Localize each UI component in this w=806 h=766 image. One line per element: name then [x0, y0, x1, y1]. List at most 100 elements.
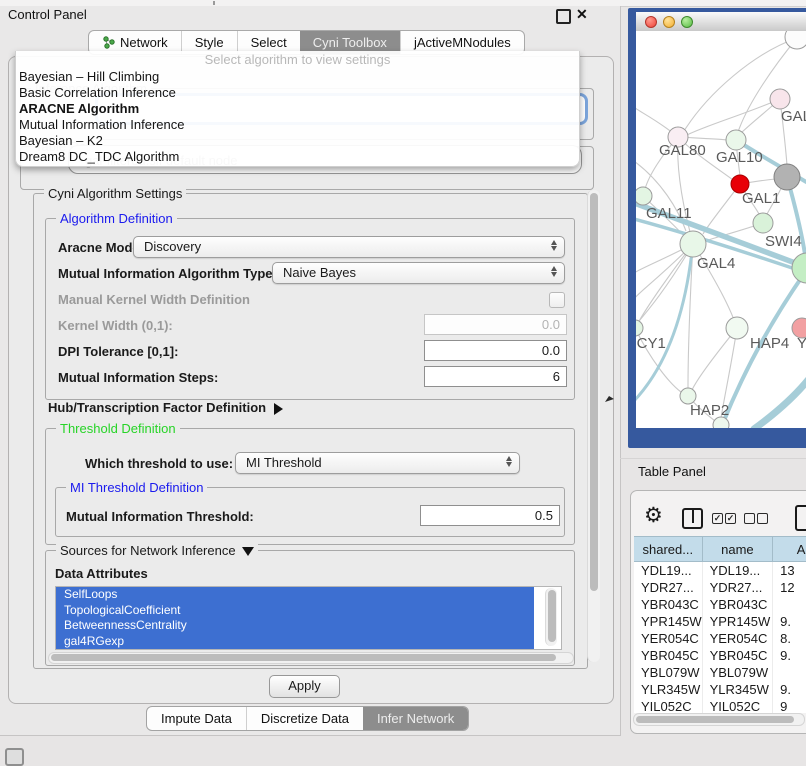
table-row[interactable]: YIL052CYIL052C9 — [634, 698, 806, 713]
algorithm-option[interactable]: ARACNE Algorithm — [16, 101, 579, 117]
kernel-width-label: Kernel Width (0,1): — [58, 318, 173, 333]
node-gal11[interactable] — [636, 187, 652, 205]
table-row[interactable]: YPR145WYPR145W9. — [634, 613, 806, 630]
show-columns-icon[interactable] — [682, 508, 703, 529]
dpi-tolerance-label: DPI Tolerance [0,1]: — [58, 344, 178, 359]
data-attributes-label: Data Attributes — [55, 566, 148, 581]
algorithm-option[interactable]: Basic Correlation Inference — [16, 85, 579, 101]
network-edge[interactable] — [687, 99, 780, 135]
combo-arrows-icon — [551, 266, 557, 277]
table-panel-title: Table Panel — [638, 464, 706, 479]
float-window-icon[interactable] — [556, 9, 571, 24]
algorithm-option[interactable]: Mutual Information Inference — [16, 117, 579, 133]
attributes-list-vscrollbar[interactable] — [545, 588, 557, 646]
minimized-panel-icon[interactable] — [5, 748, 24, 766]
node-swi4[interactable] — [792, 253, 806, 283]
manual-kernel-width-label: Manual Kernel Width Definition — [58, 292, 250, 307]
node-gal10[interactable] — [726, 130, 746, 150]
threshold-definition-label: Threshold Definition — [56, 421, 180, 436]
select-all-icon[interactable]: ✓ — [712, 513, 723, 524]
node-label: GAL80 — [659, 142, 706, 159]
node-gcy1[interactable] — [636, 320, 643, 336]
sources-group-label[interactable]: Sources for Network Inference — [56, 543, 258, 558]
node-top-partial[interactable] — [785, 31, 806, 49]
settings-gear-icon[interactable]: ⚙ — [644, 503, 663, 528]
table-row[interactable]: YER054CYER054C8. — [634, 630, 806, 647]
settings-scrollbar-thumb[interactable] — [590, 193, 598, 591]
hub-definition-toggle[interactable]: Hub/Transcription Factor Definition — [48, 400, 283, 415]
table-row[interactable]: YLR345WYLR345W9. — [634, 681, 806, 698]
table-column-header[interactable]: A — [773, 536, 806, 562]
data-attributes-list[interactable]: SelfLoopsTopologicalCoefficientBetweenne… — [55, 586, 562, 650]
attribute-list-item[interactable]: TopologicalCoefficient — [56, 603, 534, 619]
close-icon[interactable]: ✕ — [576, 6, 588, 23]
select-all-icon[interactable]: ✓ — [725, 513, 736, 524]
table-column-header[interactable]: shared... — [634, 536, 703, 562]
aracne-mode-combo[interactable]: Discovery — [133, 236, 565, 258]
table-hscrollbar-thumb[interactable] — [636, 716, 794, 723]
node-label: GCY1 — [636, 335, 666, 352]
tab-impute-data[interactable]: Impute Data — [147, 707, 246, 730]
deselect-all-icon[interactable] — [757, 513, 768, 524]
node-gal1[interactable] — [753, 213, 773, 233]
algorithm-option[interactable]: Dream8 DC_TDC Algorithm — [16, 149, 579, 165]
which-threshold-label: Which threshold to use: — [85, 456, 233, 471]
table-row[interactable]: YBR043CYBR043C — [634, 596, 806, 613]
network-window-titlebar[interactable] — [636, 12, 806, 32]
network-edge[interactable] — [636, 244, 693, 327]
minimize-traffic-light-icon[interactable] — [663, 16, 675, 28]
table-cell: YDR27... — [703, 579, 774, 596]
table-row[interactable]: YDL19...YDL19...13 — [634, 562, 806, 579]
tab-discretize-data[interactable]: Discretize Data — [246, 707, 363, 730]
network-canvas[interactable]: GALGAL80GAL10GAL1GAL11SWI4GAL4GCY1HAP4YH… — [636, 31, 806, 428]
tab-infer-network[interactable]: Infer Network — [363, 707, 468, 730]
node-table[interactable]: shared...nameA YDL19...YDL19...13YDR27..… — [634, 536, 806, 713]
attribute-list-item[interactable]: gal4RGexp — [56, 634, 534, 650]
mi-threshold-definition-label: MI Threshold Definition — [66, 480, 207, 495]
node-pink[interactable] — [770, 89, 790, 109]
attributes-list-vscrollbar-thumb[interactable] — [548, 590, 556, 642]
node-hap4[interactable] — [726, 317, 748, 339]
node-gray[interactable] — [774, 164, 800, 190]
top-strip-divider — [213, 1, 215, 5]
table-cell: 9. — [773, 613, 806, 630]
table-cell: YLR345W — [634, 681, 703, 698]
attribute-list-item[interactable]: SelfLoops — [56, 587, 534, 603]
algorithm-dropdown-popup: Select algorithm to view settings Bayesi… — [15, 51, 580, 167]
control-panel-title: Control Panel — [8, 7, 87, 22]
table-row[interactable]: YDR27...YDR27...12 — [634, 579, 806, 596]
attribute-list-item[interactable]: BetweennessCentrality — [56, 618, 534, 634]
algorithm-option[interactable]: Bayesian – K2 — [16, 133, 579, 149]
node-gal4[interactable] — [680, 231, 706, 257]
mi-steps-field[interactable]: 6 — [424, 366, 567, 387]
settings-scrollbar[interactable] — [587, 190, 600, 662]
mi-algorithm-type-combo[interactable]: Naive Bayes — [272, 262, 565, 284]
attributes-list-hscrollbar-thumb[interactable] — [51, 654, 556, 661]
close-traffic-light-icon[interactable] — [645, 16, 657, 28]
node-label: Y — [797, 335, 806, 352]
table-hscrollbar[interactable] — [633, 713, 805, 726]
attributes-list-hscrollbar[interactable] — [48, 652, 574, 664]
mi-threshold-field[interactable]: 0.5 — [420, 505, 560, 526]
which-threshold-combo[interactable]: MI Threshold — [235, 452, 520, 474]
network-edge[interactable] — [638, 244, 693, 323]
table-column-header[interactable]: name — [703, 536, 774, 562]
manual-kernel-width-checkbox[interactable] — [549, 292, 565, 308]
dpi-tolerance-field[interactable]: 0.0 — [424, 340, 567, 361]
table-row[interactable]: YBL079WYBL079W — [634, 664, 806, 681]
table-cell: YDL19... — [703, 562, 774, 579]
deselect-all-icon[interactable] — [744, 513, 755, 524]
apply-button[interactable]: Apply — [269, 675, 340, 698]
table-cell: YBL079W — [634, 664, 703, 681]
zoom-traffic-light-icon[interactable] — [681, 16, 693, 28]
table-row[interactable]: YBR045CYBR045C9. — [634, 647, 806, 664]
document-icon[interactable] — [795, 505, 806, 531]
kernel-width-field[interactable]: 0.0 — [424, 314, 567, 335]
network-edge-highlighted[interactable] — [636, 251, 692, 401]
table-cell: YIL052C — [634, 698, 703, 713]
algorithm-option[interactable]: Bayesian – Hill Climbing — [16, 69, 579, 85]
table-cell: YPR145W — [634, 613, 703, 630]
network-edge-highlighted[interactable] — [754, 380, 806, 428]
node-label: GAL11 — [646, 205, 692, 222]
table-cell: 9. — [773, 681, 806, 698]
